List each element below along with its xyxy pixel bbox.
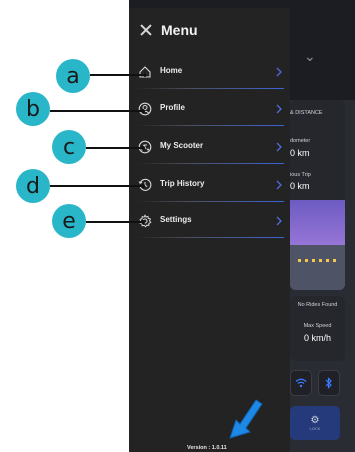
menu-item-trip-history-label: Trip History [160,179,205,188]
chevron-right-icon [276,142,282,152]
odometer-value: 0 km [290,148,310,158]
road-illustration [290,200,345,290]
menu-item-profile[interactable]: Profile [136,98,284,126]
chevron-right-icon [276,180,282,190]
callout-dot-e [141,220,145,224]
callout-line-d [50,185,144,187]
menu-header: Menu [139,22,198,38]
callout-dot-a [143,73,147,77]
menu-divider [136,88,284,89]
callout-c: c [52,130,86,164]
menu-item-trip-history[interactable]: Trip History [136,174,284,202]
lock-label: LOCK [309,426,321,431]
callout-dot-d [141,184,145,188]
max-speed-value: 0 km/h [303,333,331,343]
road [290,245,345,290]
callout-dot-c [141,146,145,150]
wifi-button[interactable] [290,370,312,396]
chevron-right-icon [276,216,282,226]
menu-title: Menu [161,22,198,38]
road-markings [298,259,338,262]
lock-button[interactable]: ⚙ LOCK [290,406,340,440]
chevron-right-icon [276,104,282,114]
brand-dropdown-chevron-icon: ⌄ [304,48,316,64]
callout-a: a [56,59,90,93]
previous-trip-label: ious Trip [290,172,311,178]
menu-item-my-scooter[interactable]: My Scooter [136,136,284,164]
odometer-label: dometer [290,138,311,144]
close-icon[interactable] [139,23,153,37]
menu-item-profile-label: Profile [160,103,185,112]
bluetooth-icon [325,377,332,389]
callout-line-b [50,110,144,112]
previous-trip-value: 0 km [290,181,310,191]
callout-e: e [52,204,86,238]
menu-item-home[interactable]: Home [136,61,284,89]
menu-item-settings-label: Settings [160,215,192,224]
callout-line-a [90,74,146,76]
menu-item-my-scooter-label: My Scooter [160,141,204,150]
callout-dot-b [141,109,145,113]
callout-arrow-icon [229,399,263,439]
navigation-drawer: Menu Home Profile My Scooter Trip Histor… [129,8,290,452]
no-rides-text: No Rides Found [297,302,338,308]
profile-icon [138,102,152,116]
callout-line-c [86,147,144,149]
callout-b: b [16,92,50,126]
app-version: Version : 1.0.11 [187,445,227,451]
menu-item-home-label: Home [160,66,183,75]
callout-d: d [16,169,50,203]
wifi-icon [295,378,307,388]
distance-card-header: & DISTANCE [290,110,323,116]
max-speed-label: Max Speed [303,323,332,329]
callout-line-e [86,221,144,223]
chevron-right-icon [276,67,282,77]
lock-gear-icon: ⚙ [310,415,320,426]
distance-card: & DISTANCE dometer 0 km ious Trip 0 km [290,100,345,290]
bluetooth-button[interactable] [318,370,340,396]
menu-item-settings[interactable]: Settings [136,210,284,238]
menu-divider [136,125,284,126]
menu-divider [136,237,284,238]
menu-divider [136,201,284,202]
menu-divider [136,163,284,164]
